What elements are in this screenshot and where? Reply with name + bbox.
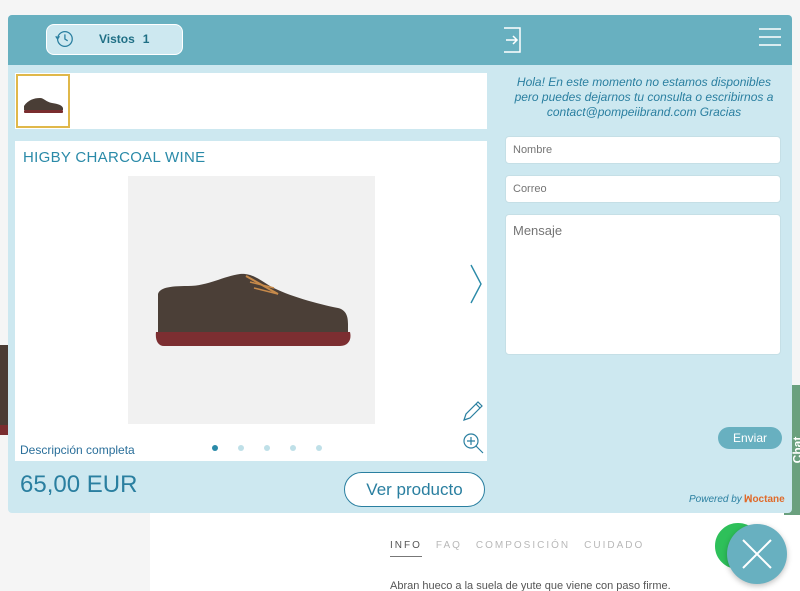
octane-logo: ꟽoctane bbox=[743, 494, 785, 505]
widget-topbar: Vistos 1 bbox=[8, 15, 792, 65]
carousel-dot[interactable] bbox=[212, 445, 218, 451]
tab-composicion[interactable]: COMPOSICIÓN bbox=[476, 540, 570, 557]
carousel-dots bbox=[212, 445, 322, 451]
pencil-icon[interactable] bbox=[461, 399, 485, 423]
product-image[interactable] bbox=[128, 176, 375, 424]
vistos-label: Vistos 1 bbox=[99, 32, 150, 46]
background-tabs: INFO FAQ COMPOSICIÓN CUIDADO bbox=[390, 540, 644, 557]
close-icon bbox=[742, 539, 772, 569]
message-field[interactable] bbox=[505, 214, 781, 355]
viewed-products-strip bbox=[15, 73, 487, 129]
vistos-count: 1 bbox=[142, 32, 150, 46]
product-price: 65,00 EUR bbox=[20, 471, 138, 498]
chevron-right-icon[interactable] bbox=[469, 263, 483, 305]
history-icon bbox=[55, 31, 73, 47]
zoom-in-icon[interactable] bbox=[461, 431, 485, 455]
carousel-dot[interactable] bbox=[290, 445, 296, 451]
email-field[interactable] bbox=[505, 175, 781, 203]
tab-cuidado[interactable]: CUIDADO bbox=[584, 540, 644, 557]
exit-icon[interactable] bbox=[502, 26, 524, 54]
octane-widget-panel: Vistos 1 HIGBY CHARCOAL WINE Descripción… bbox=[8, 15, 792, 513]
name-field[interactable] bbox=[505, 136, 781, 164]
send-button[interactable]: Enviar bbox=[718, 427, 782, 449]
background-description: Abran hueco a la suela de yute que viene… bbox=[390, 580, 671, 591]
full-description-link[interactable]: Descripción completa bbox=[20, 443, 135, 457]
close-widget-button[interactable] bbox=[727, 524, 787, 584]
product-title[interactable]: HIGBY CHARCOAL WINE bbox=[23, 149, 205, 166]
shoe-image bbox=[155, 273, 351, 346]
tab-info[interactable]: INFO bbox=[390, 540, 422, 557]
product-card: HIGBY CHARCOAL WINE Descripción completa bbox=[15, 141, 487, 461]
carousel-dot[interactable] bbox=[238, 445, 244, 451]
shoe-thumbnail-image bbox=[24, 98, 63, 113]
background-product-image bbox=[0, 345, 8, 435]
offline-message: Hola! En este momento no estamos disponi… bbox=[514, 75, 774, 119]
view-product-button[interactable]: Ver producto bbox=[344, 472, 485, 507]
carousel-dot[interactable] bbox=[264, 445, 270, 451]
carousel-dot[interactable] bbox=[316, 445, 322, 451]
vistos-button[interactable]: Vistos 1 bbox=[46, 24, 183, 55]
powered-by[interactable]: Powered by ꟽoctane bbox=[689, 494, 785, 505]
viewed-product-thumbnail[interactable] bbox=[16, 74, 70, 128]
tab-faq[interactable]: FAQ bbox=[436, 540, 462, 557]
hamburger-menu-icon[interactable] bbox=[758, 27, 782, 47]
